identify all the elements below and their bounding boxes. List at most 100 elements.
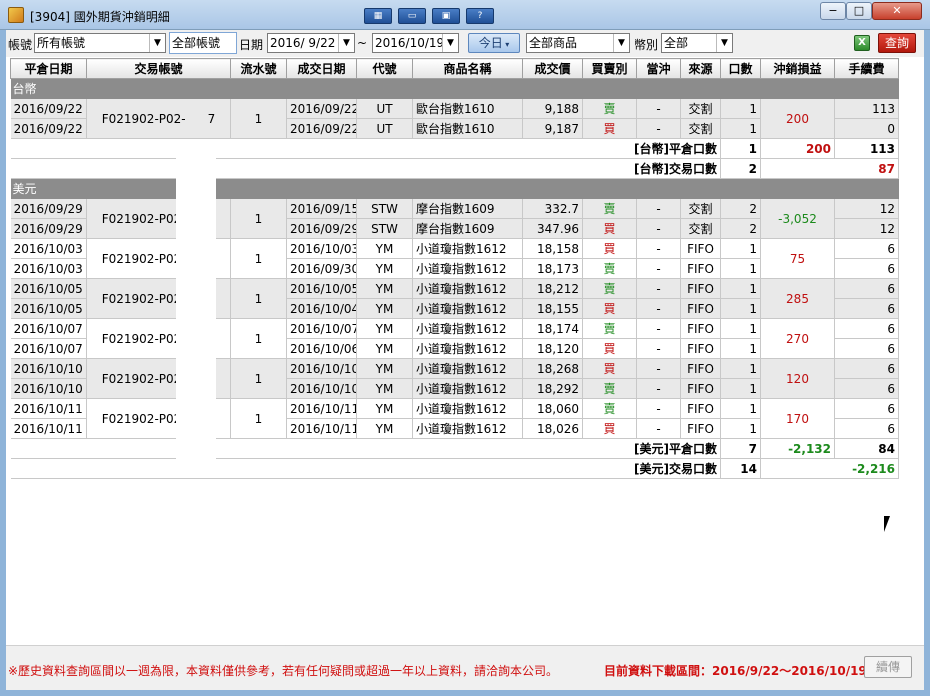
close-summary-row: [美元]平倉口數 7 -2,132 84 xyxy=(10,438,899,459)
query-button[interactable]: 查詢 xyxy=(878,33,916,53)
column-header[interactable]: 交易帳號 xyxy=(86,58,231,79)
column-header[interactable]: 口數 xyxy=(720,58,761,79)
qty-cell: 2 xyxy=(720,218,761,239)
currency-select-value: 全部 xyxy=(664,36,689,50)
account-select[interactable]: 所有帳號 ▼ xyxy=(34,33,166,53)
column-header[interactable]: 沖銷損益 xyxy=(760,58,835,79)
close-date-cell: 2016/10/05 xyxy=(10,298,87,319)
column-header[interactable]: 成交日期 xyxy=(286,58,357,79)
daytrade-cell: - xyxy=(636,258,681,279)
today-button[interactable]: 今日 ▾ xyxy=(468,33,520,53)
help-icon[interactable]: ? xyxy=(466,8,494,24)
price-cell: 18,174 xyxy=(522,318,583,339)
window-list-icon[interactable]: ▭ xyxy=(398,8,426,24)
account-prefix: F021902-P02- xyxy=(101,251,186,266)
table-row[interactable]: 2016/10/05F021902-P02-712016/10/05YM小道瓊指… xyxy=(10,278,899,319)
close-date-cell: 2016/10/07 xyxy=(10,338,87,359)
column-header[interactable]: 平倉日期 xyxy=(10,58,87,79)
account-name-field[interactable]: 全部帳號 xyxy=(169,32,237,54)
trade-date-cell: 2016/10/04 xyxy=(286,298,357,319)
chevron-down-icon[interactable]: ▼ xyxy=(716,34,732,52)
chevron-down-icon[interactable]: ▼ xyxy=(442,34,458,52)
table-row[interactable]: 2016/09/22 F021902-P02- 7 1 2016/09/22 UT 歐台指數… xyxy=(10,98,899,139)
qty-cell: 1 xyxy=(720,98,761,119)
layout-icon[interactable]: ▦ xyxy=(364,8,392,24)
date-from-picker[interactable]: 2016/ 9/22 ▼ xyxy=(267,33,355,53)
product-name-cell: 小道瓊指數1612 xyxy=(412,418,523,439)
account-prefix: F021902-P02- xyxy=(101,211,186,226)
chevron-down-icon[interactable]: ▼ xyxy=(338,34,354,52)
product-select-value: 全部商品 xyxy=(529,36,578,50)
close-button[interactable]: ✕ xyxy=(872,2,922,20)
side-cell: 賣 xyxy=(582,278,637,299)
serial-cell: 1 xyxy=(230,398,287,439)
side-cell: 賣 xyxy=(582,258,637,279)
table-row[interactable]: 2016/09/29F021902-P02-712016/09/15STW摩台指… xyxy=(10,198,899,239)
maximize-button[interactable]: □ xyxy=(846,2,872,20)
close-summary-pnl: 200 xyxy=(760,138,835,159)
close-summary-label: [美元]平倉口數 xyxy=(10,438,721,459)
close-date-cell: 2016/10/11 xyxy=(10,418,87,439)
chevron-down-icon[interactable]: ▼ xyxy=(149,34,165,52)
fee-cell: 6 xyxy=(834,318,899,339)
trade-summary-qty: 14 xyxy=(720,458,761,479)
close-summary-fee: 84 xyxy=(834,438,899,459)
excel-export-icon[interactable]: X xyxy=(854,35,870,51)
chevron-down-icon[interactable]: ▼ xyxy=(613,34,629,52)
date-to-picker[interactable]: 2016/10/19 ▼ xyxy=(372,33,459,53)
daytrade-cell: - xyxy=(636,198,681,219)
trade-summary-qty: 2 xyxy=(720,158,761,179)
column-header[interactable]: 手續費 xyxy=(834,58,899,79)
qty-cell: 1 xyxy=(720,398,761,419)
currency-select[interactable]: 全部 ▼ xyxy=(661,33,733,53)
price-cell: 9,188 xyxy=(522,98,583,119)
price-cell: 18,268 xyxy=(522,358,583,379)
today-button-label: 今日 xyxy=(478,36,503,50)
source-cell: 交割 xyxy=(680,218,721,239)
table-row[interactable]: 2016/10/10F021902-P02-712016/10/10YM小道瓊指… xyxy=(10,358,899,399)
price-cell: 18,292 xyxy=(522,378,583,399)
source-cell: FIFO xyxy=(680,418,721,439)
query-toolbar: 帳號 所有帳號 ▼ 全部帳號 日期 2016/ 9/22 ▼ ~ 2016/10… xyxy=(6,30,924,57)
window-title: [3904] 國外期貨沖銷明細 xyxy=(30,10,170,24)
source-cell: 交割 xyxy=(680,198,721,219)
pnl-cell: 120 xyxy=(760,358,835,399)
column-header[interactable]: 流水號 xyxy=(230,58,287,79)
trade-date-cell: 2016/10/03 xyxy=(286,238,357,259)
table-row[interactable]: 2016/10/11F021902-P02-712016/10/11YM小道瓊指… xyxy=(10,398,899,439)
account-prefix: F021902-P02- xyxy=(101,331,186,346)
fee-cell: 6 xyxy=(834,338,899,359)
fee-cell: 6 xyxy=(834,278,899,299)
column-header[interactable]: 當沖 xyxy=(636,58,681,79)
trade-date-cell: 2016/10/07 xyxy=(286,318,357,339)
account-prefix: F021902-P02- xyxy=(101,111,186,126)
side-cell: 賣 xyxy=(582,198,637,219)
column-header[interactable]: 買賣別 xyxy=(582,58,637,79)
column-header[interactable]: 來源 xyxy=(680,58,721,79)
trade-date-cell: 2016/10/06 xyxy=(286,338,357,359)
trade-summary-row: [台幣]交易口數 2 87 xyxy=(10,158,899,179)
column-header[interactable]: 成交價 xyxy=(522,58,583,79)
continue-download-button[interactable]: 續傳 xyxy=(864,656,912,678)
table-row[interactable]: 2016/10/03F021902-P02-712016/10/03YM小道瓊指… xyxy=(10,238,899,279)
column-header[interactable]: 代號 xyxy=(356,58,413,79)
code-cell: UT xyxy=(356,118,413,139)
currency-group-label: 台幣 xyxy=(10,78,899,99)
close-date-cell: 2016/09/22 xyxy=(10,98,87,119)
product-select[interactable]: 全部商品 ▼ xyxy=(526,33,630,53)
side-cell: 買 xyxy=(582,118,637,139)
code-cell: YM xyxy=(356,418,413,439)
close-date-cell: 2016/09/22 xyxy=(10,118,87,139)
column-header[interactable]: 商品名稱 xyxy=(412,58,523,79)
code-cell: YM xyxy=(356,398,413,419)
minimize-button[interactable]: − xyxy=(820,2,846,20)
fee-cell: 12 xyxy=(834,218,899,239)
price-cell: 347.96 xyxy=(522,218,583,239)
qty-cell: 1 xyxy=(720,258,761,279)
table-row[interactable]: 2016/10/07F021902-P02-712016/10/07YM小道瓊指… xyxy=(10,318,899,359)
side-cell: 賣 xyxy=(582,398,637,419)
close-summary-label: [台幣]平倉口數 xyxy=(10,138,721,159)
screen-icon[interactable]: ▣ xyxy=(432,8,460,24)
date-range-tilde: ~ xyxy=(357,36,368,50)
product-name-cell: 小道瓊指數1612 xyxy=(412,358,523,379)
